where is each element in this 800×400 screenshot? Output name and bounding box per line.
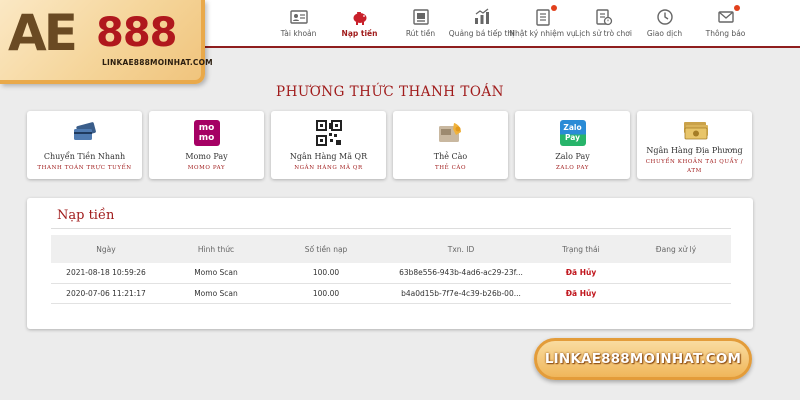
nav-label: Nhật ký nhiệm vụ	[509, 29, 576, 38]
id-card-icon	[289, 10, 308, 24]
cell-method: Momo Scan	[161, 263, 271, 284]
payment-method-title: Zalo Pay	[555, 152, 590, 161]
cell-amount: 100.00	[271, 283, 381, 304]
column-header-amount: Số tiền nạp	[271, 235, 381, 263]
payment-methods-title: PHƯƠNG THỨC THANH TOÁN	[275, 84, 504, 100]
payment-method-momo[interactable]: mo mo Momo Pay MOMO PAY	[149, 111, 264, 179]
cell-date: 2020-07-06 11:21:17	[51, 283, 161, 304]
payment-method-title: Ngân Hàng Địa Phương	[646, 146, 743, 155]
table-header-row: Ngày Hình thức Số tiền nạp Txn. ID Trạng…	[51, 235, 731, 263]
payment-methods-list: Chuyển Tiền Nhanh THANH TOÁN TRỰC TUYẾN …	[27, 111, 752, 179]
cell-method: Momo Scan	[161, 283, 271, 304]
column-header-method: Hình thức	[161, 235, 271, 263]
divider	[51, 228, 731, 229]
mail-icon	[717, 11, 734, 23]
logo-brand-888: 888	[96, 10, 177, 56]
cell-txn-id: b4a0d15b-7f7e-4c39-b26b-00...	[381, 283, 541, 304]
qr-code-icon	[314, 119, 344, 147]
scratch-card-icon	[436, 119, 466, 147]
nav-item-promotion[interactable]: Quảng bá tiếp thị	[448, 0, 515, 46]
payment-method-subtitle: ZALO PAY	[555, 165, 590, 171]
nav-item-task-log[interactable]: Nhật ký nhiệm vụ	[509, 0, 576, 46]
payment-method-scratch-card[interactable]: Thẻ Cào THẺ CÀO	[393, 111, 508, 179]
payment-method-subtitle: NGÂN HÀNG MÃ QR	[294, 165, 363, 171]
nav-item-account[interactable]: Tài khoản	[268, 0, 329, 46]
cash-icon	[680, 119, 710, 143]
nav-item-deposit[interactable]: Nạp tiền	[329, 0, 390, 46]
site-link-badge[interactable]: LINKAE888MOINHAT.COM	[534, 338, 752, 380]
notification-dot	[551, 5, 557, 11]
deposit-history-panel: Nạp tiền Ngày Hình thức Số tiền nạp Txn.…	[27, 198, 753, 329]
nav-label: Tài khoản	[280, 29, 317, 38]
logo-brand-ae: AE	[8, 4, 78, 62]
payment-method-subtitle: MOMO PAY	[187, 165, 226, 171]
piggy-bank-icon	[353, 12, 366, 25]
main-nav: Tài khoản Nạp tiền Rút tiền Quảng bá tiế…	[268, 0, 756, 46]
zalopay-logo-text: Zalo Pay	[559, 120, 586, 146]
deposit-history-title: Nạp tiền	[57, 208, 115, 223]
nav-item-transactions[interactable]: Giao dịch	[634, 0, 695, 46]
withdraw-icon	[412, 9, 429, 25]
payment-method-qr-bank[interactable]: Ngân Hàng Mã QR NGÂN HÀNG MÃ QR	[271, 111, 386, 179]
nav-label: Nạp tiền	[341, 29, 378, 38]
payment-method-title: Thẻ Cào	[433, 152, 468, 161]
payment-method-subtitle: THẺ CÀO	[434, 165, 467, 171]
nav-label: Rút tiền	[405, 29, 436, 38]
payment-method-title: Momo Pay	[185, 152, 228, 161]
cell-txn-id: 63b8e556-943b-4ad6-ac29-23f...	[381, 263, 541, 284]
cell-date: 2021-08-18 10:59:26	[51, 263, 161, 284]
nav-item-withdraw[interactable]: Rút tiền	[390, 0, 451, 46]
cell-status: Đã Hủy	[541, 283, 621, 304]
task-log-icon	[535, 9, 550, 26]
cards-icon	[70, 119, 100, 147]
payment-method-title: Chuyển Tiền Nhanh	[43, 152, 126, 161]
cell-processing	[621, 263, 731, 284]
cell-status: Đã Hủy	[541, 263, 621, 284]
logo-link-text: LINKAE888MOINHAT.COM	[102, 58, 213, 67]
nav-item-notifications[interactable]: Thông báo	[695, 0, 756, 46]
notification-dot	[734, 5, 740, 11]
table-row[interactable]: 2020-07-06 11:21:17 Momo Scan 100.00 b4a…	[51, 283, 731, 304]
clock-icon	[656, 9, 673, 25]
nav-label: Lịch sử trò chơi	[575, 29, 632, 38]
payment-method-subtitle: THANH TOÁN TRỰC TUYẾN	[37, 165, 132, 171]
momo-logo-icon: mo mo	[192, 119, 222, 147]
column-header-txn-id: Txn. ID	[381, 235, 541, 263]
payment-method-subtitle: CHUYỂN KHOẢN TẠI QUẦY / ATM	[645, 159, 744, 174]
payment-method-fast-transfer[interactable]: Chuyển Tiền Nhanh THANH TOÁN TRỰC TUYẾN	[27, 111, 142, 179]
momo-logo-text: mo mo	[193, 120, 220, 146]
cell-amount: 100.00	[271, 263, 381, 284]
cell-processing	[621, 283, 731, 304]
nav-label: Giao dịch	[646, 29, 683, 38]
nav-label: Quảng bá tiếp thị	[448, 29, 515, 38]
column-header-processing: Đang xử lý	[621, 235, 731, 263]
game-history-icon	[595, 9, 612, 26]
nav-label: Thông báo	[705, 29, 746, 38]
column-header-status: Trạng thái	[541, 235, 621, 263]
zalopay-logo-icon: Zalo Pay	[558, 119, 588, 147]
promotion-icon	[474, 8, 489, 24]
payment-method-zalopay[interactable]: Zalo Pay Zalo Pay ZALO PAY	[515, 111, 630, 179]
payment-method-title: Ngân Hàng Mã QR	[289, 152, 368, 161]
payment-method-local-bank[interactable]: Ngân Hàng Địa Phương CHUYỂN KHOẢN TẠI QU…	[637, 111, 752, 179]
nav-item-game-history[interactable]: Lịch sử trò chơi	[573, 0, 634, 46]
table-row[interactable]: 2021-08-18 10:59:26 Momo Scan 100.00 63b…	[51, 263, 731, 284]
site-logo[interactable]: AE 888 LINKAE888MOINHAT.COM	[0, 0, 213, 84]
site-link-text: LINKAE888MOINHAT.COM	[544, 351, 742, 367]
deposit-history-table: Ngày Hình thức Số tiền nạp Txn. ID Trạng…	[51, 235, 731, 304]
column-header-date: Ngày	[51, 235, 161, 263]
